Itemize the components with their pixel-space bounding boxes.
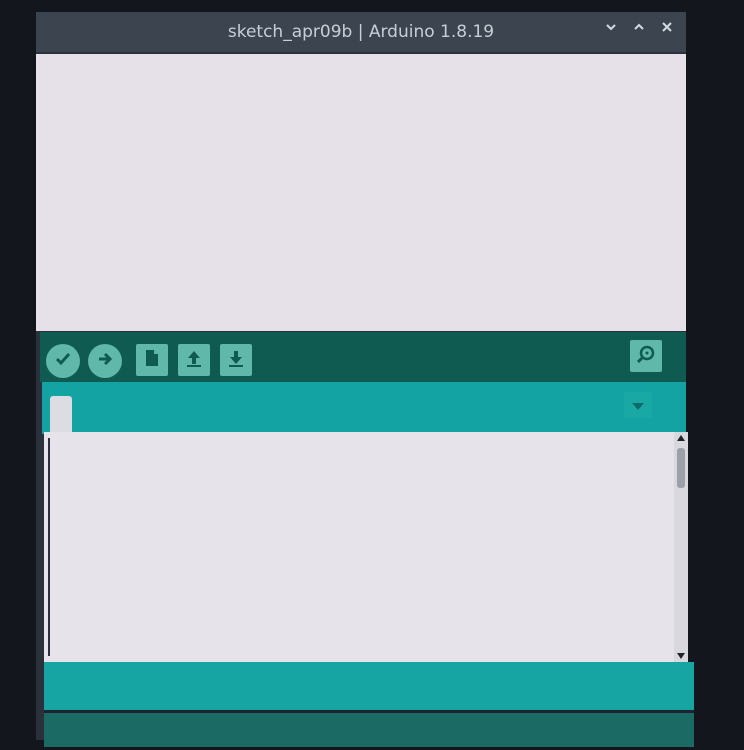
minimize-icon[interactable]	[602, 18, 620, 36]
text-cursor	[48, 438, 50, 656]
tab-sketch[interactable]	[50, 396, 72, 432]
arrow-down-icon	[226, 348, 246, 372]
close-icon[interactable]	[658, 18, 676, 36]
tab-bar	[42, 382, 686, 434]
console-area	[44, 713, 694, 747]
scroll-up-icon[interactable]	[675, 432, 687, 444]
arrow-right-icon	[95, 349, 115, 373]
code-editor[interactable]	[44, 432, 674, 662]
serial-monitor-button[interactable]	[630, 340, 662, 372]
maximize-icon[interactable]	[630, 18, 648, 36]
window-controls	[602, 18, 676, 36]
open-button[interactable]	[178, 344, 210, 376]
title-bar[interactable]: sketch_apr09b | Arduino 1.8.19	[36, 12, 686, 52]
upload-button[interactable]	[88, 344, 122, 378]
arrow-up-icon	[184, 348, 204, 372]
verify-button[interactable]	[46, 344, 80, 378]
scroll-down-icon[interactable]	[675, 650, 687, 662]
tab-menu-button[interactable]	[624, 392, 652, 418]
arduino-ide-window: sketch_apr09b | Arduino 1.8.19	[36, 12, 694, 747]
scrollbar-thumb[interactable]	[677, 448, 685, 488]
editor-scrollbar[interactable]	[674, 432, 688, 662]
magnifier-icon	[635, 343, 657, 369]
status-bar	[44, 662, 694, 710]
window-title: sketch_apr09b | Arduino 1.8.19	[227, 22, 495, 42]
menu-area-blank	[36, 54, 686, 331]
dropdown-triangle-icon	[631, 396, 645, 415]
new-sketch-button[interactable]	[136, 344, 168, 376]
save-button[interactable]	[220, 344, 252, 376]
new-file-icon	[143, 348, 161, 372]
checkmark-icon	[53, 349, 73, 373]
toolbar	[40, 332, 686, 382]
